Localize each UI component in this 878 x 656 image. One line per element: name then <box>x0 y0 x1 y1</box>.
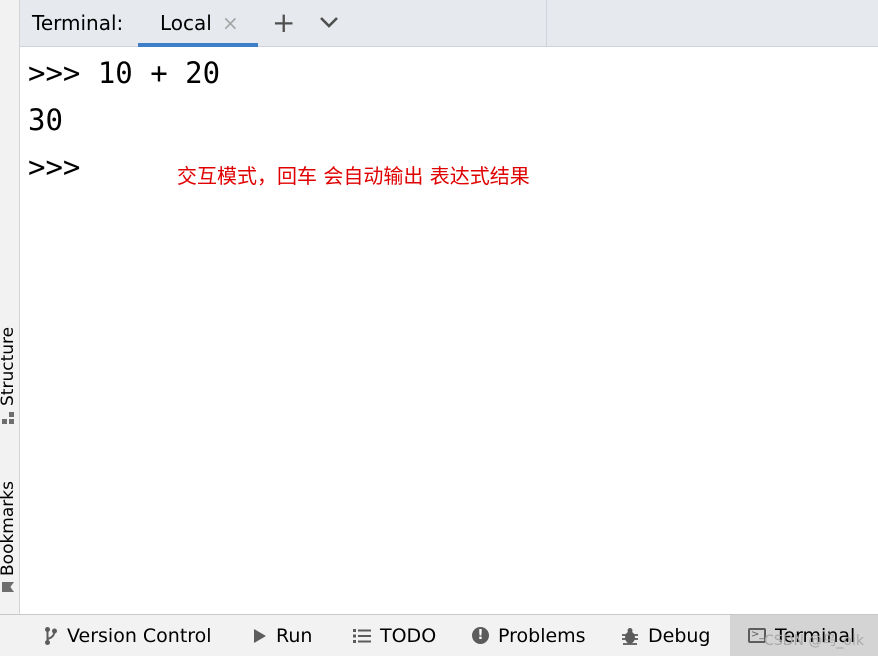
bottom-tool-bar: Version Control Run TODO ! Problems Debu… <box>0 614 878 656</box>
terminal-title: Terminal: <box>32 11 124 35</box>
add-tab-icon[interactable]: + <box>272 7 295 39</box>
version-control-button[interactable]: Version Control <box>44 615 212 656</box>
structure-icon <box>2 412 14 424</box>
structure-label: Structure <box>0 326 18 406</box>
problems-label: Problems <box>498 624 586 647</box>
bug-icon <box>622 627 638 645</box>
annotation-note: 交互模式，回车 会自动输出 表达式结果 <box>177 164 530 188</box>
tab-local-label: Local <box>160 11 212 35</box>
watermark-text: CSDN @乌_oik <box>764 633 864 649</box>
terminal-line: >>> 10 + 20 <box>28 56 221 90</box>
terminal-line: 30 <box>28 103 63 137</box>
debug-button[interactable]: Debug <box>621 615 710 656</box>
close-icon[interactable]: × <box>222 11 239 35</box>
structure-tool-tab[interactable]: Structure <box>0 327 18 424</box>
bookmark-icon <box>2 582 14 592</box>
debug-label: Debug <box>648 624 711 647</box>
todo-button[interactable]: TODO <box>353 615 436 656</box>
tab-local[interactable]: Local × <box>138 0 258 47</box>
version-control-label: Version Control <box>67 624 212 647</box>
run-label: Run <box>276 624 313 647</box>
list-icon <box>353 628 371 643</box>
left-tool-strip: Structure Bookmarks <box>0 0 20 614</box>
problems-button[interactable]: ! Problems <box>472 615 586 656</box>
terminal-tab-bar: Terminal: Local × + <box>20 0 878 47</box>
bookmarks-label: Bookmarks <box>0 481 18 576</box>
todo-label: TODO <box>380 624 437 647</box>
branch-icon <box>45 626 57 645</box>
play-icon <box>254 628 266 643</box>
chevron-down-icon[interactable] <box>318 15 340 31</box>
exclamation-icon: ! <box>472 627 489 644</box>
run-button[interactable]: Run <box>253 615 312 656</box>
tab-bar-divider <box>546 0 547 47</box>
bookmarks-tool-tab[interactable]: Bookmarks <box>0 481 18 592</box>
